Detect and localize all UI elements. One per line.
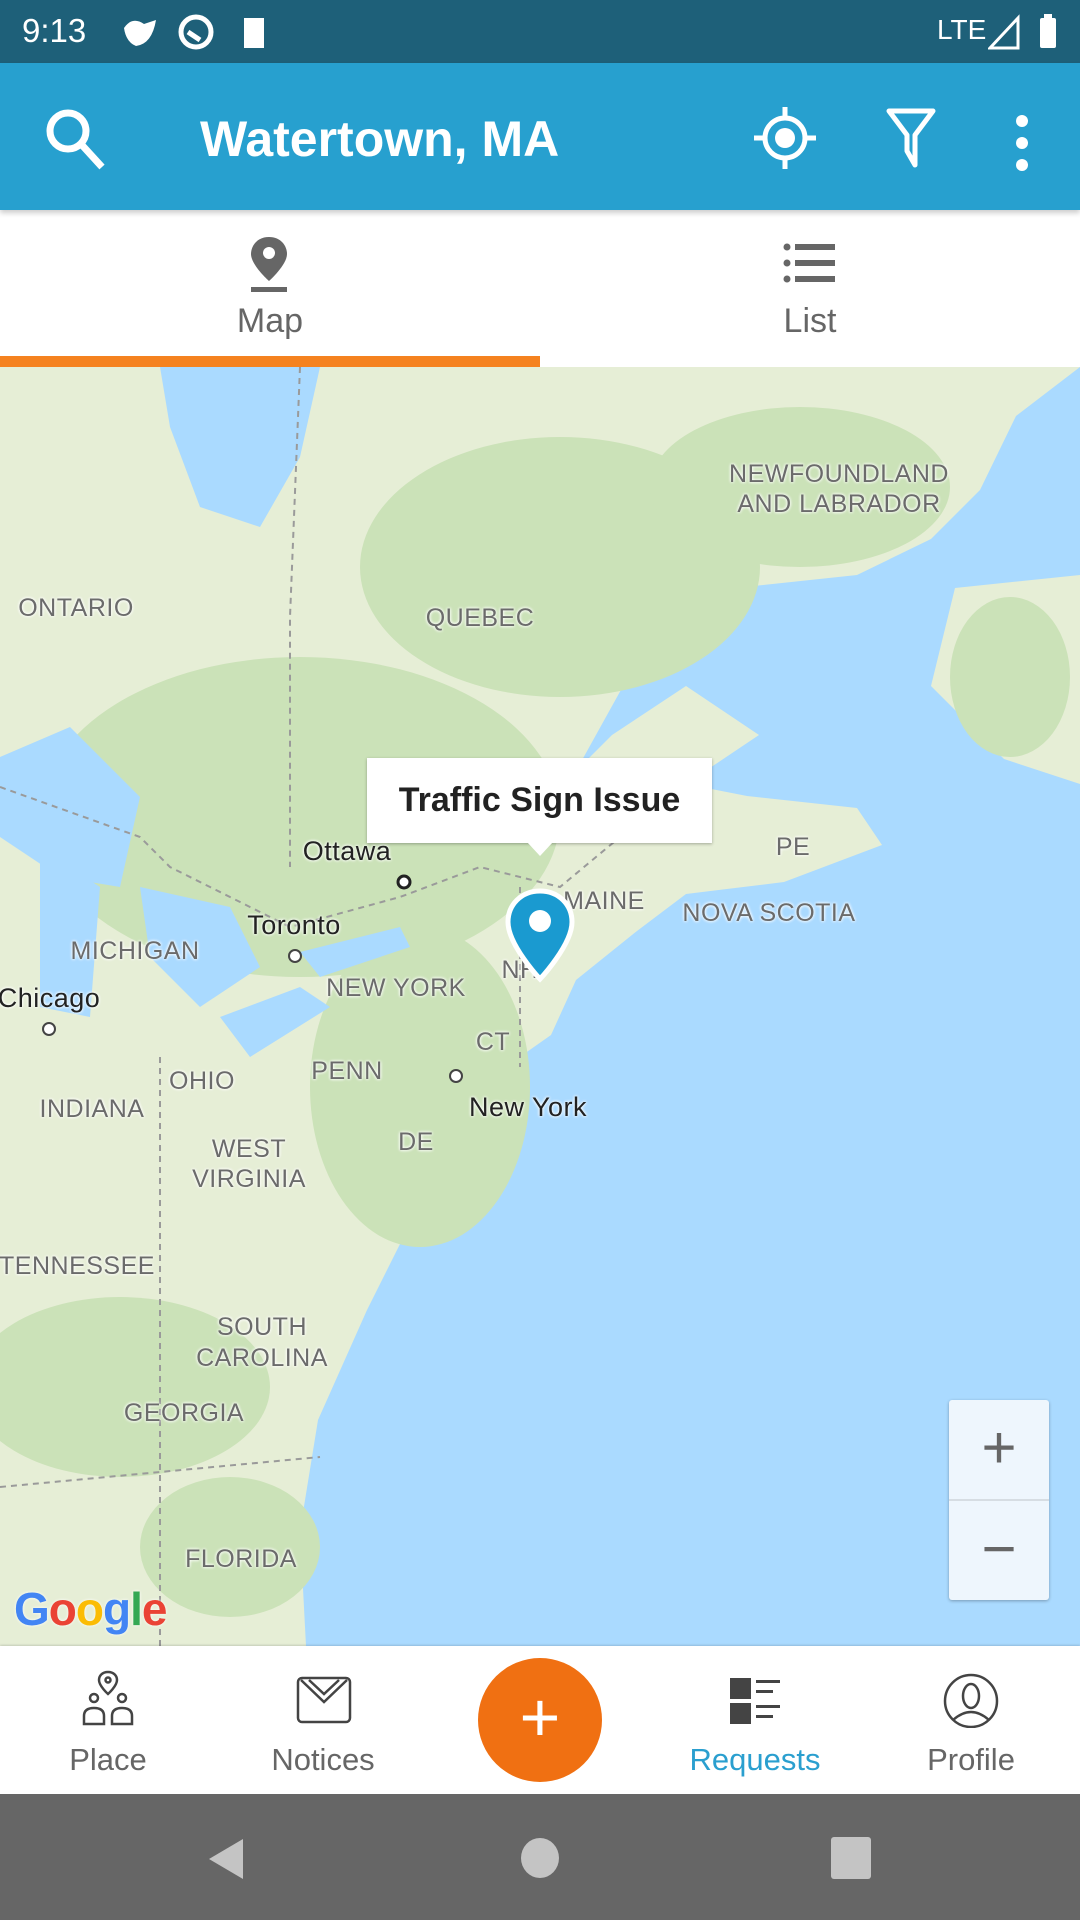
nav-place-label: Place <box>69 1742 147 1777</box>
map-label: FLORIDA <box>185 1545 297 1573</box>
nav-requests-label: Requests <box>689 1742 821 1777</box>
map-label: ONTARIO <box>18 594 134 622</box>
location-title[interactable]: Watertown, MA <box>200 110 559 168</box>
map-label: CAROLINA <box>196 1344 328 1372</box>
map-label: CT <box>475 1028 511 1056</box>
home-icon[interactable] <box>520 1836 560 1880</box>
tab-list[interactable]: List <box>540 210 1080 367</box>
city-dot-ottawa <box>396 874 412 890</box>
marker-info-window[interactable]: Traffic Sign Issue <box>367 758 712 843</box>
network-type: LTE <box>937 14 987 45</box>
map-label: NEW YORK <box>326 974 466 1002</box>
nav-notices-label: Notices <box>271 1742 375 1777</box>
city-dot-toronto <box>288 949 302 963</box>
city-dot-chicago <box>42 1022 56 1036</box>
google-logo: Google <box>14 1583 167 1635</box>
nav-notices[interactable]: Notices <box>223 1646 423 1794</box>
map-label: VIRGINIA <box>192 1165 306 1193</box>
map-label: SOUTH <box>217 1313 307 1341</box>
place-icon <box>82 1670 134 1726</box>
zoom-in-button[interactable]: + <box>949 1400 1049 1499</box>
map-marker-pin-icon[interactable] <box>504 887 576 987</box>
system-navigation-bar <box>0 1794 1080 1920</box>
map-label: QUEBEC <box>425 604 535 632</box>
map-pin-icon <box>251 237 287 292</box>
tab-indicator <box>0 356 540 367</box>
back-icon[interactable] <box>205 1837 245 1881</box>
bottom-navigation: Place Notices + Requests Profile <box>0 1646 1080 1794</box>
map-label: MICHIGAN <box>70 937 200 965</box>
nav-requests[interactable]: Requests <box>655 1646 855 1794</box>
tab-map[interactable]: Map <box>0 210 540 367</box>
zoom-out-button[interactable]: − <box>949 1501 1049 1600</box>
map-view[interactable]: NEWFOUNDLAND AND LABRADOR ONTARIO QUEBEC… <box>0 367 1080 1646</box>
filter-icon[interactable] <box>886 107 936 169</box>
nav-place[interactable]: Place <box>8 1646 208 1794</box>
map-label: TENNESSEE <box>0 1252 155 1280</box>
status-time: 9:13 <box>22 12 87 49</box>
zoom-controls: + − <box>949 1400 1049 1600</box>
map-label: NEWFOUNDLAND <box>729 460 949 488</box>
map-label: Chicago <box>0 983 101 1013</box>
notification-icons <box>122 14 272 58</box>
signal-battery-icons <box>988 14 1056 50</box>
more-vert-icon[interactable] <box>1010 113 1034 173</box>
map-label: Toronto <box>247 910 341 940</box>
map-label: OHIO <box>169 1067 235 1095</box>
info-window-pointer <box>527 842 553 856</box>
city-dot-new-york <box>449 1069 463 1083</box>
profile-icon <box>943 1673 999 1728</box>
nav-profile-label: Profile <box>927 1742 1015 1777</box>
search-icon[interactable] <box>40 103 110 173</box>
nav-profile[interactable]: Profile <box>871 1646 1071 1794</box>
app-bar: Watertown, MA <box>0 63 1080 210</box>
envelope-icon <box>296 1676 352 1724</box>
map-label: INDIANA <box>39 1095 145 1123</box>
map-label: GEORGIA <box>123 1399 245 1427</box>
add-request-button[interactable]: + <box>478 1658 602 1782</box>
tab-map-label: Map <box>236 302 304 340</box>
list-icon <box>783 243 835 283</box>
map-label: New York <box>468 1092 588 1122</box>
tab-list-label: List <box>783 302 837 340</box>
view-tabs: Map List <box>0 210 1080 367</box>
map-label: PENN <box>311 1057 383 1085</box>
map-terrain <box>0 367 1080 1646</box>
map-label: AND LABRADOR <box>737 490 941 518</box>
map-label: NOVA SCOTIA <box>682 899 856 927</box>
map-label: PE <box>775 833 811 861</box>
map-label: WEST <box>211 1135 287 1163</box>
status-bar: 9:13 LTE <box>0 0 1080 63</box>
recents-icon[interactable] <box>830 1836 872 1880</box>
map-label: DE <box>398 1128 434 1156</box>
my-location-icon[interactable] <box>754 107 816 169</box>
requests-icon <box>730 1678 780 1724</box>
